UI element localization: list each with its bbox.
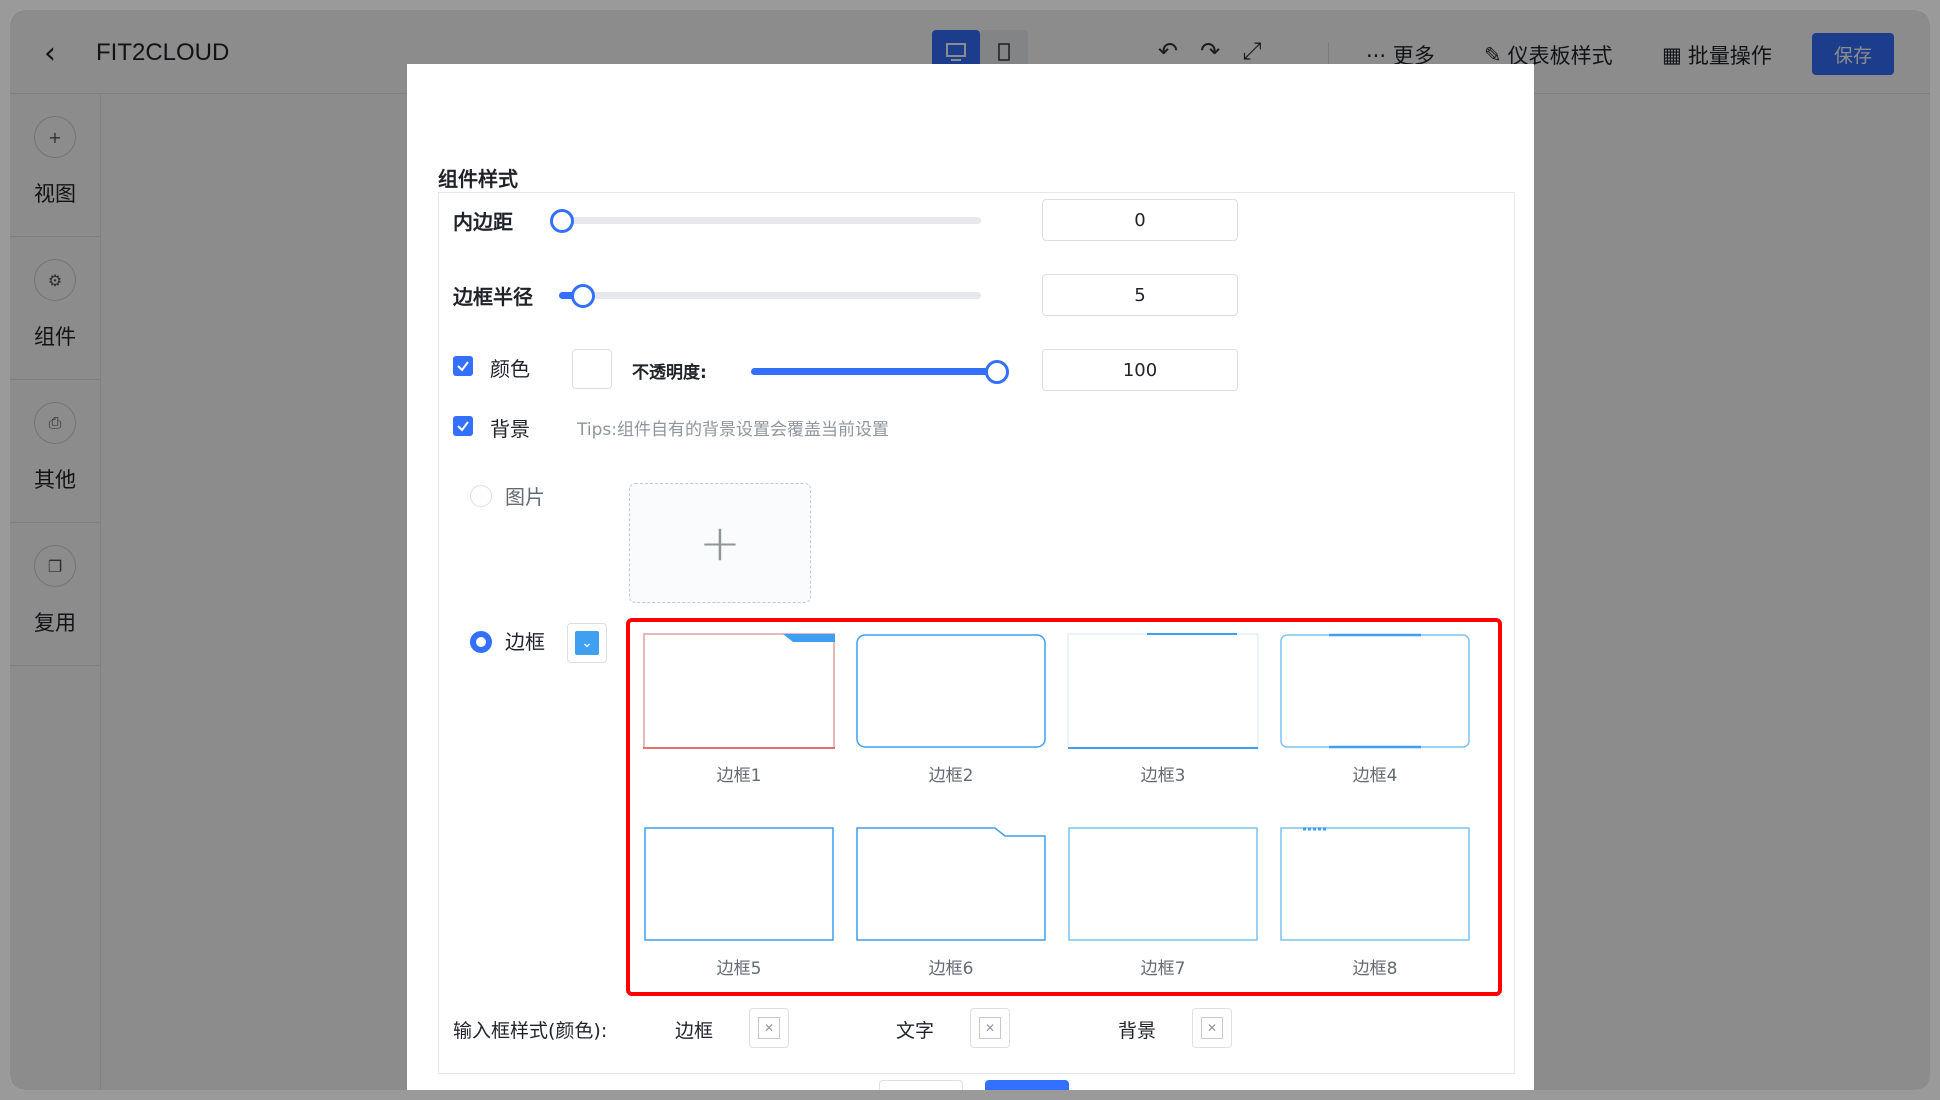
image-option-label: 图片 (505, 485, 545, 509)
border-option-label: 边框 (505, 630, 545, 654)
padding-label: 内边距 (453, 210, 513, 234)
frame-label-1: 边框1 (716, 766, 762, 786)
opacity-slider[interactable] (751, 360, 1009, 384)
frame-label-8: 边框8 (1352, 959, 1398, 979)
frame-label-7: 边框7 (1140, 959, 1186, 979)
frame-option-7[interactable] (1067, 826, 1259, 942)
input-text-label: 文字 (896, 1020, 935, 1042)
frame-1-preview (643, 633, 835, 749)
input-border-label: 边框 (675, 1020, 714, 1042)
frame-option-3[interactable] (1067, 633, 1259, 749)
chevron-down-icon: ⌄ (575, 631, 599, 655)
color-label: 颜色 (490, 357, 530, 381)
border-radio[interactable] (470, 631, 492, 653)
background-label: 背景 (490, 417, 530, 441)
frame-label-2: 边框2 (928, 766, 974, 786)
input-text-color-picker[interactable]: ✕ (970, 1008, 1010, 1048)
frame-7-preview (1068, 827, 1258, 941)
padding-input[interactable]: 0 (1042, 199, 1238, 241)
input-background-color-picker[interactable]: ✕ (1192, 1008, 1232, 1048)
app-window: ‹ FIT2CLOUD ↶ ↷ ⤢ ··· 更多 ✎ 仪表板样式 ▦ 批量操作 … (10, 10, 1930, 1090)
radius-label: 边框半径 (453, 285, 533, 309)
frame-label-5: 边框5 (716, 959, 762, 979)
color-checkbox[interactable] (453, 356, 473, 376)
image-radio[interactable] (470, 485, 492, 507)
close-icon: ✕ (1201, 1017, 1223, 1039)
frame-3-preview (1067, 633, 1259, 749)
input-style-label: 输入框样式(颜色): (453, 1020, 608, 1042)
frame-option-2[interactable] (855, 633, 1047, 749)
background-tips: Tips:组件自有的背景设置会覆盖当前设置 (577, 420, 889, 440)
close-icon: ✕ (979, 1017, 1001, 1039)
check-icon (457, 361, 469, 372)
border-color-picker[interactable]: ⌄ (567, 623, 607, 663)
opacity-slider-fill (751, 368, 997, 375)
component-style-panel: 内边距 0 边框半径 5 颜色 不透明度: 100 背景 Tips:组件自有的背… (438, 192, 1515, 1074)
frame-label-4: 边框4 (1352, 766, 1398, 786)
padding-slider-thumb[interactable] (550, 209, 574, 233)
check-icon (457, 421, 469, 432)
frame-label-6: 边框6 (928, 959, 974, 979)
frame-option-8[interactable] (1279, 826, 1471, 942)
cancel-button[interactable] (879, 1080, 963, 1090)
plus-icon: + (699, 514, 741, 572)
close-icon: ✕ (758, 1017, 780, 1039)
frame-4-preview (1280, 633, 1470, 749)
frame-6-preview (856, 827, 1046, 941)
section-title: 组件样式 (438, 167, 518, 191)
frame-2-preview (856, 634, 1046, 748)
frame-label-3: 边框3 (1140, 766, 1186, 786)
frame-option-6[interactable] (855, 826, 1047, 942)
radius-input[interactable]: 5 (1042, 274, 1238, 316)
opacity-label: 不透明度: (632, 363, 707, 383)
background-checkbox[interactable] (453, 416, 473, 436)
confirm-button[interactable] (985, 1080, 1069, 1090)
image-upload-box[interactable]: + (629, 483, 811, 603)
opacity-slider-thumb[interactable] (985, 360, 1009, 384)
frame-5-preview (644, 827, 834, 941)
opacity-input[interactable]: 100 (1042, 349, 1238, 391)
frame-option-4[interactable] (1279, 633, 1471, 749)
radius-slider[interactable] (559, 284, 981, 308)
input-border-color-picker[interactable]: ✕ (749, 1008, 789, 1048)
color-swatch[interactable] (572, 349, 612, 389)
frame-option-5[interactable] (643, 826, 835, 942)
frame-option-1[interactable] (643, 633, 835, 749)
frame-8-preview (1280, 827, 1470, 941)
style-dialog: 组件样式 内边距 0 边框半径 5 颜色 不透明度: 100 背景 Tips:组… (407, 64, 1534, 1090)
input-background-label: 背景 (1118, 1020, 1157, 1042)
padding-slider[interactable] (550, 209, 981, 233)
radius-slider-thumb[interactable] (571, 284, 595, 308)
